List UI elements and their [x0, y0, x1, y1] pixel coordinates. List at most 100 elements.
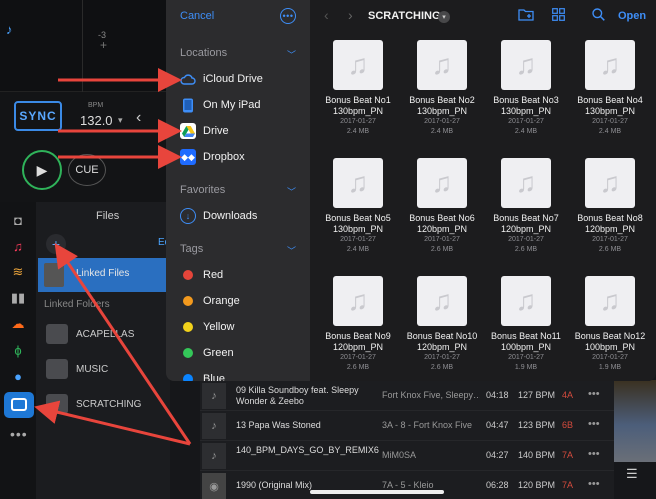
tag-green[interactable]: Green: [180, 344, 304, 364]
track-title: 13 Papa Was Stoned: [236, 420, 321, 430]
audio-file-thumbnail: ♫: [585, 158, 635, 208]
file-size: 1.9 MB: [598, 364, 622, 371]
tag-yellow[interactable]: Yellow: [180, 318, 304, 338]
file-date: 2017-01-27: [592, 354, 628, 361]
cue-button[interactable]: CUE: [68, 154, 106, 186]
bpm-dropdown-icon[interactable]: ▾: [118, 115, 123, 126]
home-indicator[interactable]: [310, 490, 444, 494]
file-tile[interactable]: ♫ Bonus Beat No12 100bpm_PN 2017-01-27 1…: [570, 276, 650, 381]
file-date: 2017-01-27: [424, 236, 460, 243]
music-note-icon: ♪: [202, 413, 226, 439]
track-bpm: 123 BPM: [518, 420, 556, 430]
track-key: 7A: [562, 450, 574, 460]
audio-file-thumbnail: ♫: [333, 158, 383, 208]
chevron-left-icon[interactable]: ‹: [324, 7, 329, 23]
soundcloud-icon[interactable]: ☁: [8, 314, 28, 334]
file-date: 2017-01-27: [424, 354, 460, 361]
audio-file-thumbnail: ♫: [333, 276, 383, 326]
chevron-down-icon[interactable]: ﹀: [287, 185, 296, 198]
file-tile[interactable]: ♫ Bonus Beat No3 130bpm_PN 2017-01-27 2.…: [486, 40, 566, 155]
file-size: 2.6 MB: [598, 246, 622, 253]
folder-row-scratching[interactable]: SCRATCHING: [44, 390, 170, 420]
play-button[interactable]: ▶: [22, 150, 62, 190]
folder-icon: [46, 324, 68, 344]
chevron-right-icon[interactable]: ›: [348, 7, 353, 23]
table-row[interactable]: ♪ 140_BPM_DAYS_GO_BY_REMIX6 MiM0SA 04:27…: [200, 440, 614, 470]
chevron-down-icon[interactable]: ﹀: [287, 244, 296, 257]
chevron-down-icon[interactable]: ▾: [438, 11, 450, 23]
beatsource-icon[interactable]: ϕ: [8, 340, 28, 360]
open-button[interactable]: Open: [618, 10, 646, 22]
add-link-button[interactable]: +: [46, 234, 66, 254]
folder-row-music[interactable]: MUSIC: [44, 355, 170, 385]
file-name: Bonus Beat No3 130bpm_PN: [493, 95, 559, 116]
file-tile[interactable]: ♫ Bonus Beat No1 130bpm_PN 2017-01-27 2.…: [318, 40, 398, 155]
cancel-button[interactable]: Cancel: [180, 10, 214, 22]
more-icon[interactable]: •••: [10, 426, 28, 442]
location-on-my-ipad[interactable]: On My iPad: [180, 96, 304, 116]
beatport-icon[interactable]: ≋: [8, 262, 28, 282]
folder-label: ACAPELLAS: [76, 329, 135, 340]
file-tile[interactable]: ♫ Bonus Beat No9 120bpm_PN 2017-01-27 2.…: [318, 276, 398, 381]
disc-icon[interactable]: ◘: [8, 210, 28, 230]
track-time: 06:28: [486, 480, 509, 490]
mixes-icon[interactable]: ▮▮: [8, 288, 28, 308]
location-drive[interactable]: Drive: [180, 122, 304, 142]
chevron-down-icon[interactable]: ﹀: [287, 48, 296, 61]
audio-file-thumbnail: ♫: [585, 276, 635, 326]
sync-button[interactable]: SYNC: [14, 101, 62, 131]
list-icon[interactable]: ☰: [626, 466, 638, 482]
tag-red[interactable]: Red: [180, 266, 304, 286]
more-icon[interactable]: •••: [588, 478, 600, 490]
search-icon[interactable]: [592, 8, 605, 24]
tag-dot: [183, 296, 193, 306]
location-label: iCloud Drive: [203, 73, 263, 85]
file-tile[interactable]: ♫ Bonus Beat No5 130bpm_PN 2017-01-27 2.…: [318, 158, 398, 273]
tag-dot: [183, 348, 193, 358]
chevron-left-icon[interactable]: ‹: [136, 109, 141, 127]
ellipsis-icon[interactable]: •••: [280, 8, 296, 24]
track-bpm: 140 BPM: [518, 450, 556, 460]
track-key: 7A: [562, 480, 574, 490]
table-row[interactable]: ◉ 1990 (Original Mix) 7A - 5 - Kleio 06:…: [200, 470, 614, 499]
google-drive-icon: [180, 123, 196, 139]
location-dropbox[interactable]: ◆◆ Dropbox: [180, 148, 304, 168]
file-size: 2.6 MB: [430, 364, 454, 371]
file-tile[interactable]: ♫ Bonus Beat No4 130bpm_PN 2017-01-27 2.…: [570, 40, 650, 155]
file-tile[interactable]: ♫ Bonus Beat No2 130bpm_PN 2017-01-27 2.…: [402, 40, 482, 155]
file-tile[interactable]: ♫ Bonus Beat No8 120bpm_PN 2017-01-27 2.…: [570, 158, 650, 273]
file-size: 2.6 MB: [430, 246, 454, 253]
track-list: ♪ 09 Killa Soundboy feat. Sleepy Wonder …: [200, 380, 614, 499]
track-artist: MiM0SA: [382, 450, 417, 460]
deck-waveform-strip: ♪ -3 +: [0, 0, 170, 92]
file-tile[interactable]: ♫ Bonus Beat No10 120bpm_PN 2017-01-27 2…: [402, 276, 482, 381]
more-icon[interactable]: •••: [588, 448, 600, 460]
file-name: Bonus Beat No1 130bpm_PN: [325, 95, 391, 116]
bpm-value[interactable]: 132.0: [80, 113, 113, 128]
more-icon[interactable]: •••: [588, 418, 600, 430]
grid-plus-icon[interactable]: +: [100, 38, 107, 52]
track-key: 4A: [562, 390, 574, 400]
tidal-icon[interactable]: ●: [8, 366, 28, 386]
folder-icon: [46, 394, 68, 414]
favorite-downloads[interactable]: ↓ Downloads: [180, 207, 304, 227]
file-tile[interactable]: ♫ Bonus Beat No7 120bpm_PN 2017-01-27 2.…: [486, 158, 566, 273]
linked-files-item[interactable]: Linked Files: [38, 258, 170, 292]
apple-music-icon[interactable]: ♫: [8, 236, 28, 256]
track-key: 6B: [562, 420, 574, 430]
more-icon[interactable]: •••: [588, 388, 600, 400]
grid-view-icon[interactable]: [552, 8, 565, 24]
folder-row-acapellas[interactable]: ACAPELLAS: [44, 320, 170, 350]
track-artist: 3A - 8 - Fort Knox Five: [382, 420, 473, 430]
table-row[interactable]: ♪ 13 Papa Was Stoned 3A - 8 - Fort Knox …: [200, 410, 614, 440]
file-tile[interactable]: ♫ Bonus Beat No6 120bpm_PN 2017-01-27 2.…: [402, 158, 482, 273]
folder-title[interactable]: SCRATCHING: [368, 10, 441, 22]
new-folder-icon[interactable]: [518, 8, 534, 24]
music-note-icon: ♪: [202, 443, 226, 469]
file-tile[interactable]: ♫ Bonus Beat No11 100bpm_PN 2017-01-27 1…: [486, 276, 566, 381]
location-icloud-drive[interactable]: iCloud Drive: [180, 70, 304, 90]
tag-blue[interactable]: Blue: [180, 370, 304, 381]
tag-orange[interactable]: Orange: [180, 292, 304, 312]
files-source-button[interactable]: [4, 392, 34, 418]
table-row[interactable]: ♪ 09 Killa Soundboy feat. Sleepy Wonder …: [200, 380, 614, 410]
